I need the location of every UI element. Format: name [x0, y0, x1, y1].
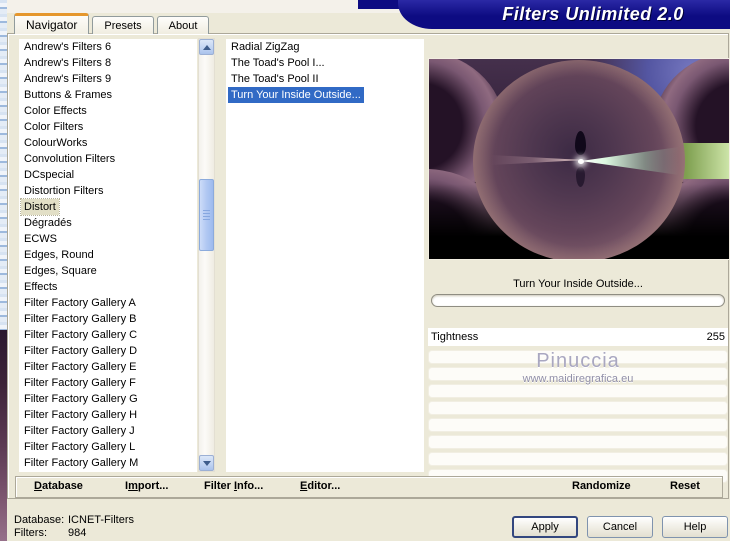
navigator-panel: Andrew's Filters 6 Andrew's Filters 8 Andr… [7, 33, 730, 499]
category-list-item[interactable]: Filter Factory Gallery M [21, 455, 141, 471]
category-list-item[interactable]: Filter Factory Gallery G [21, 391, 141, 407]
status-label: Filters: [14, 527, 47, 539]
status-value: 984 [68, 527, 87, 539]
parameter-row-empty [428, 418, 728, 432]
menu-toolbar: Database Import... Filter Info... Editor… [15, 476, 723, 498]
category-list-item[interactable]: ECWS [21, 231, 60, 247]
category-list-item[interactable]: Distortion Filters [21, 183, 106, 199]
parameter-row-empty [428, 384, 728, 398]
parameter-row-empty [428, 401, 728, 415]
arrow-up-icon [202, 44, 211, 50]
parameter-name: Tightness [431, 331, 479, 343]
status-label: Database: [14, 514, 65, 526]
filters-unlimited-dialog: Filters Unlimited 2.0 Navigator Presets Ab… [0, 0, 730, 541]
window-title: Filters Unlimited 2.0 [502, 4, 684, 24]
filter-list-item[interactable]: The Toad's Pool I... [228, 55, 328, 71]
title-banner: Filters Unlimited 2.0 [398, 0, 730, 29]
filter-info-button[interactable]: Filter Info... [204, 480, 263, 492]
tab[interactable]: Navigator [14, 13, 90, 34]
filter-caption: Turn Your Inside Outside... [513, 278, 643, 290]
category-list-item[interactable]: Filter Factory Gallery H [21, 407, 140, 423]
tab-bar: Navigator Presets About [14, 13, 212, 34]
category-list[interactable]: Andrew's Filters 6 Andrew's Filters 8 Andr… [19, 39, 197, 472]
database-button[interactable]: Database [34, 480, 83, 492]
status-value: ICNET-Filters [68, 514, 134, 526]
category-list-item[interactable]: Filter Factory Gallery J [21, 423, 138, 439]
category-list-item[interactable]: Andrew's Filters 8 [21, 55, 114, 71]
category-list-item[interactable]: Filter Factory Gallery C [21, 327, 140, 343]
category-list-item[interactable]: Filter Factory Gallery E [21, 359, 139, 375]
category-list-item[interactable]: Buttons & Frames [21, 87, 115, 103]
filter-list-item[interactable]: The Toad's Pool II [228, 71, 322, 87]
category-list-item[interactable]: Filter Factory Gallery A [21, 295, 139, 311]
category-list-item[interactable]: Filter Factory Gallery L [21, 439, 138, 455]
scroll-down-button[interactable] [199, 455, 214, 471]
randomize-button[interactable]: Randomize [572, 480, 631, 492]
status-bar: Database: ICNET-Filters Filters: 984 [14, 514, 134, 540]
filter-list-item[interactable]: Turn Your Inside Outside... [228, 87, 364, 103]
category-list-item[interactable]: Filter Factory Gallery D [21, 343, 140, 359]
help-button[interactable]: Help [662, 516, 728, 538]
tab[interactable]: About [156, 16, 210, 34]
parameter-row-empty [428, 435, 728, 449]
parameter-panel: Tightness 255 [428, 328, 728, 486]
filter-list-item[interactable]: Radial ZigZag [228, 39, 302, 55]
background-strip [0, 0, 7, 541]
category-list-item[interactable]: DCspecial [21, 167, 77, 183]
category-scrollbar[interactable] [198, 38, 215, 472]
background-strip-top [0, 0, 7, 330]
background-strip-bottom [0, 330, 7, 541]
category-list-item[interactable]: Dégradés [21, 215, 75, 231]
arrow-down-icon [202, 460, 211, 466]
category-list-item[interactable]: Convolution Filters [21, 151, 118, 167]
parameter-slider[interactable] [431, 294, 725, 307]
category-list-item[interactable]: Color Effects [21, 103, 90, 119]
status-row: Filters: 984 [14, 527, 134, 540]
parameter-row: Tightness 255 [428, 328, 728, 346]
category-list-item[interactable]: Andrew's Filters 9 [21, 71, 114, 87]
category-list-item[interactable]: Filter Factory Gallery B [21, 311, 139, 327]
category-list-item[interactable]: Effects [21, 279, 60, 295]
editor-button[interactable]: Editor... [300, 480, 340, 492]
preview-image [428, 58, 730, 260]
category-list-item[interactable]: Andrew's Filters 6 [21, 39, 114, 55]
category-list-item[interactable]: Color Filters [21, 119, 86, 135]
category-list-item[interactable]: Edges, Square [21, 263, 100, 279]
apply-button[interactable]: Apply [512, 516, 578, 538]
filter-list[interactable]: Radial ZigZag The Toad's Pool I... The Toa… [226, 39, 424, 472]
action-buttons: Apply Cancel Help [512, 516, 728, 538]
parameter-row-empty [428, 452, 728, 466]
reset-button[interactable]: Reset [670, 480, 700, 492]
parameter-row-empty [428, 367, 728, 381]
cancel-button[interactable]: Cancel [587, 516, 653, 538]
parameter-value: 255 [706, 331, 725, 343]
import-button[interactable]: Import... [125, 480, 168, 492]
category-list-item[interactable]: ColourWorks [21, 135, 90, 151]
category-list-item[interactable]: Filter Factory Gallery F [21, 375, 139, 391]
status-row: Database: ICNET-Filters [14, 514, 134, 527]
category-list-item[interactable]: Edges, Round [21, 247, 97, 263]
scrollbar-thumb[interactable] [199, 179, 214, 251]
category-list-item[interactable]: Distort [20, 198, 60, 216]
tab[interactable]: Presets [92, 16, 154, 34]
parameter-row-empty [428, 350, 728, 364]
scroll-up-button[interactable] [199, 39, 214, 55]
